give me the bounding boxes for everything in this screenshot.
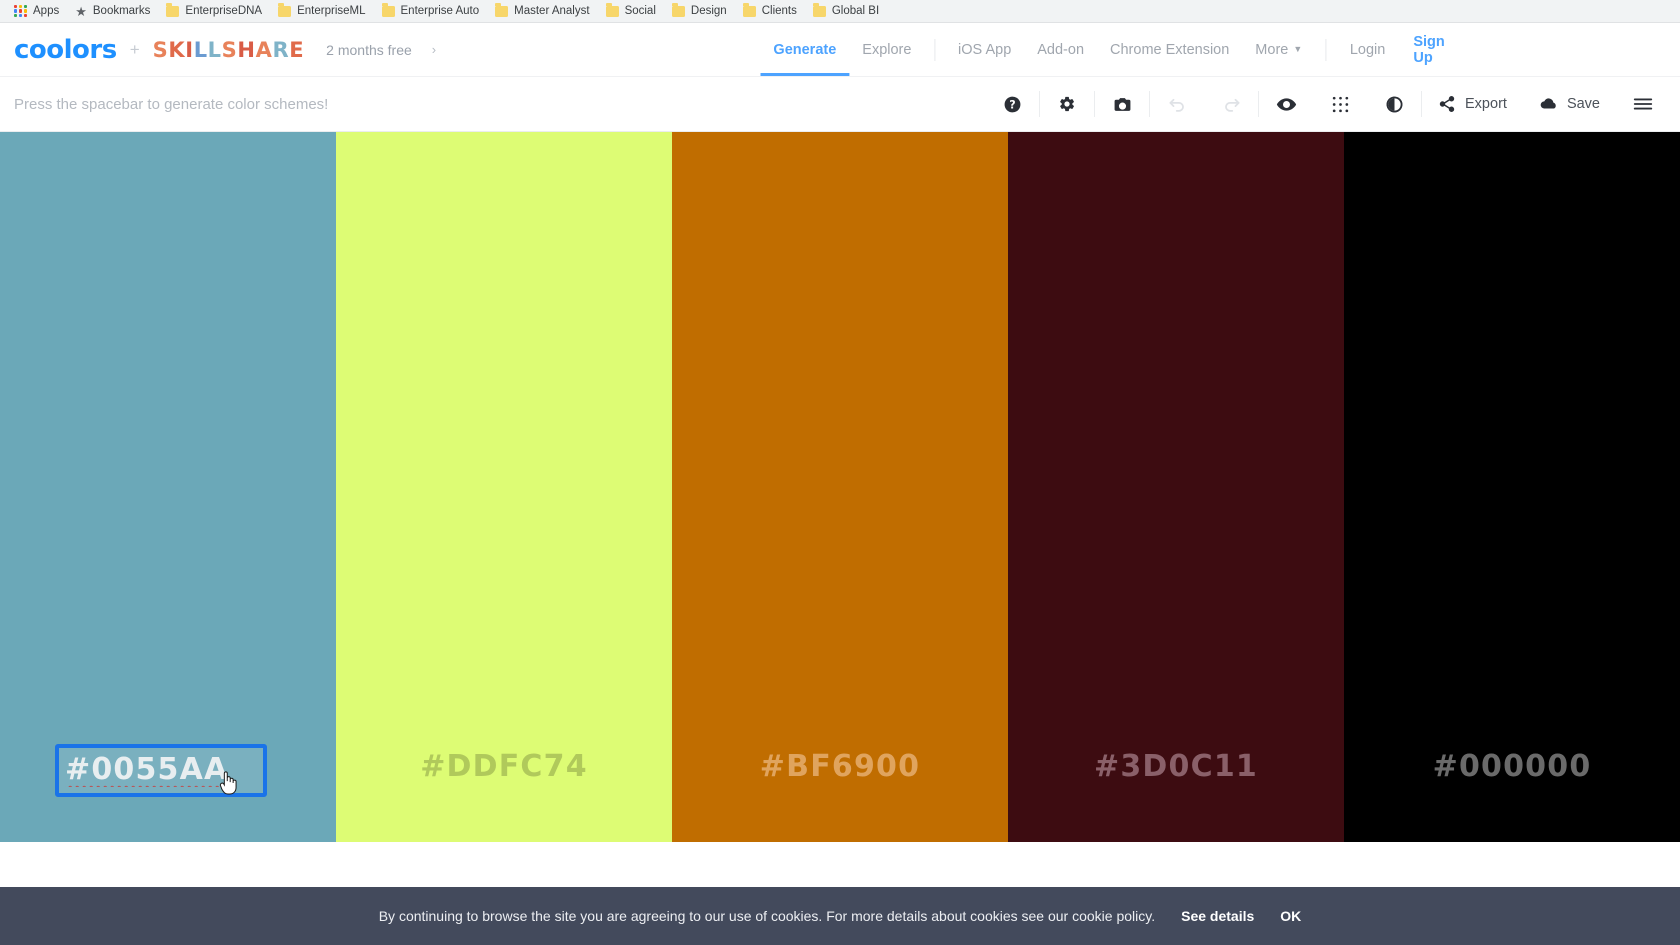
folder-icon <box>495 3 509 17</box>
site-header: coolors + SKILLSHARE 2 months free › Gen… <box>0 23 1680 76</box>
palette-toolbar: Press the spacebar to generate color sch… <box>0 76 1680 132</box>
bookmark-item-global-bi[interactable]: Global BI <box>805 3 887 19</box>
nav-item-more-label: More <box>1255 41 1289 58</box>
save-label: Save <box>1566 96 1600 112</box>
star-icon: ★ <box>75 3 87 19</box>
grid-dots-icon[interactable] <box>1313 77 1367 131</box>
nav-divider <box>934 38 936 61</box>
bookmark-label: Bookmarks <box>92 5 151 17</box>
bookmark-label: Clients <box>761 5 797 17</box>
signup-button[interactable]: Sign Up <box>1399 34 1449 66</box>
bookmark-item-enterprisedna[interactable]: EnterpriseDNA <box>158 3 270 19</box>
apps-label: Apps <box>33 5 60 17</box>
bookmark-item-enterpriseml[interactable]: EnterpriseML <box>270 3 373 19</box>
skillshare-letter: L <box>207 37 222 62</box>
nav-item-chrome-extension[interactable]: Chrome Extension <box>1097 23 1242 76</box>
color-swatch-1[interactable] <box>0 132 336 842</box>
nav-item-add-on[interactable]: Add-on <box>1024 23 1097 76</box>
toolbar-actions: ? Export Save <box>985 77 1670 131</box>
help-icon[interactable]: ? <box>985 77 1039 131</box>
folder-icon <box>671 3 685 17</box>
bookmark-item-enterprise-auto[interactable]: Enterprise Auto <box>374 3 488 19</box>
export-label: Export <box>1465 96 1507 112</box>
browser-bookmarks-bar: Apps ★ Bookmarks EnterpriseDNA Enterpris… <box>0 0 1680 23</box>
color-palette: #DDFC74 #BF6900 #3D0C11 #000000 <box>0 132 1680 842</box>
folder-icon <box>278 3 292 17</box>
skillshare-logo[interactable]: SKILLSHARE <box>153 38 305 62</box>
page-root: Apps ★ Bookmarks EnterpriseDNA Enterpris… <box>0 0 1680 945</box>
skillshare-letter: H <box>237 37 256 62</box>
bookmark-item-bookmarks[interactable]: ★ Bookmarks <box>67 3 158 20</box>
hex-input-wrapper[interactable] <box>55 744 267 797</box>
contrast-icon[interactable] <box>1367 77 1421 131</box>
nav-item-generate[interactable]: Generate <box>760 23 849 76</box>
skillshare-letter: E <box>289 37 305 62</box>
undo-icon <box>1150 77 1204 131</box>
cookie-message: By continuing to browse the site you are… <box>378 908 1156 924</box>
bookmark-item-design[interactable]: Design <box>664 3 735 19</box>
cookie-consent-bar: By continuing to browse the site you are… <box>0 887 1680 945</box>
color-swatch-4[interactable]: #3D0C11 <box>1008 132 1344 842</box>
apps-grid-icon <box>14 4 27 18</box>
nav-item-explore[interactable]: Explore <box>849 23 924 76</box>
skillshare-letter: R <box>272 37 290 62</box>
nav-item-more[interactable]: More ▼ <box>1242 23 1315 76</box>
redo-icon <box>1204 77 1258 131</box>
hex-label-4[interactable]: #3D0C11 <box>1094 749 1258 784</box>
skillshare-letter: S <box>152 37 169 62</box>
color-swatch-3[interactable]: #BF6900 <box>672 132 1008 842</box>
export-button[interactable]: Export <box>1422 77 1523 131</box>
folder-icon <box>381 3 395 17</box>
hex-label-3[interactable]: #BF6900 <box>760 749 920 784</box>
see-details-link[interactable]: See details <box>1181 908 1254 924</box>
bookmark-item-social[interactable]: Social <box>598 3 664 19</box>
folder-icon <box>812 3 826 17</box>
bookmark-label: EnterpriseML <box>297 5 366 17</box>
eye-icon[interactable] <box>1259 77 1313 131</box>
apps-button[interactable]: Apps <box>6 3 67 20</box>
save-button[interactable]: Save <box>1523 77 1616 131</box>
cookie-ok-button[interactable]: OK <box>1280 908 1301 924</box>
bookmark-label: EnterpriseDNA <box>185 5 263 17</box>
nav-divider <box>1325 38 1326 61</box>
skillshare-letter: I <box>185 37 194 62</box>
plus-separator: + <box>129 39 140 59</box>
color-swatch-2[interactable]: #DDFC74 <box>336 132 672 842</box>
chevron-right-icon: › <box>431 42 437 57</box>
folder-icon <box>166 3 180 17</box>
login-button[interactable]: Login <box>1336 42 1399 58</box>
folder-icon <box>742 3 756 17</box>
chevron-down-icon: ▼ <box>1293 43 1303 54</box>
skillshare-letter: K <box>168 37 186 62</box>
bookmark-label: Master Analyst <box>514 5 590 17</box>
coolors-logo[interactable]: coolors <box>14 35 117 65</box>
hex-label-2[interactable]: #DDFC74 <box>420 749 588 784</box>
brand-area[interactable]: coolors + SKILLSHARE 2 months free › <box>14 35 436 65</box>
main-navigation: Generate Explore iOS App Add-on Chrome E… <box>760 23 1449 76</box>
color-swatch-5[interactable]: #000000 <box>1344 132 1680 842</box>
skillshare-letter: A <box>255 37 273 62</box>
hex-label-5[interactable]: #000000 <box>1433 749 1592 784</box>
bookmark-label: Enterprise Auto <box>400 5 480 17</box>
promo-label: 2 months free <box>326 41 412 58</box>
bookmark-item-clients[interactable]: Clients <box>735 3 805 19</box>
bookmark-label: Social <box>624 5 656 17</box>
bookmark-label: Design <box>690 5 727 17</box>
camera-icon[interactable] <box>1095 77 1149 131</box>
spacebar-hint: Press the spacebar to generate color sch… <box>14 95 329 113</box>
nav-item-ios-app[interactable]: iOS App <box>945 23 1024 76</box>
hex-input-1[interactable] <box>65 752 257 787</box>
svg-text:?: ? <box>1009 98 1015 111</box>
hamburger-menu-icon[interactable] <box>1616 77 1670 131</box>
gear-icon[interactable] <box>1040 77 1094 131</box>
skillshare-letter: S <box>221 37 238 62</box>
skillshare-letter: L <box>193 37 208 62</box>
bookmark-label: Global BI <box>831 5 880 17</box>
bookmark-item-master-analyst[interactable]: Master Analyst <box>487 3 597 19</box>
folder-icon <box>605 3 619 17</box>
